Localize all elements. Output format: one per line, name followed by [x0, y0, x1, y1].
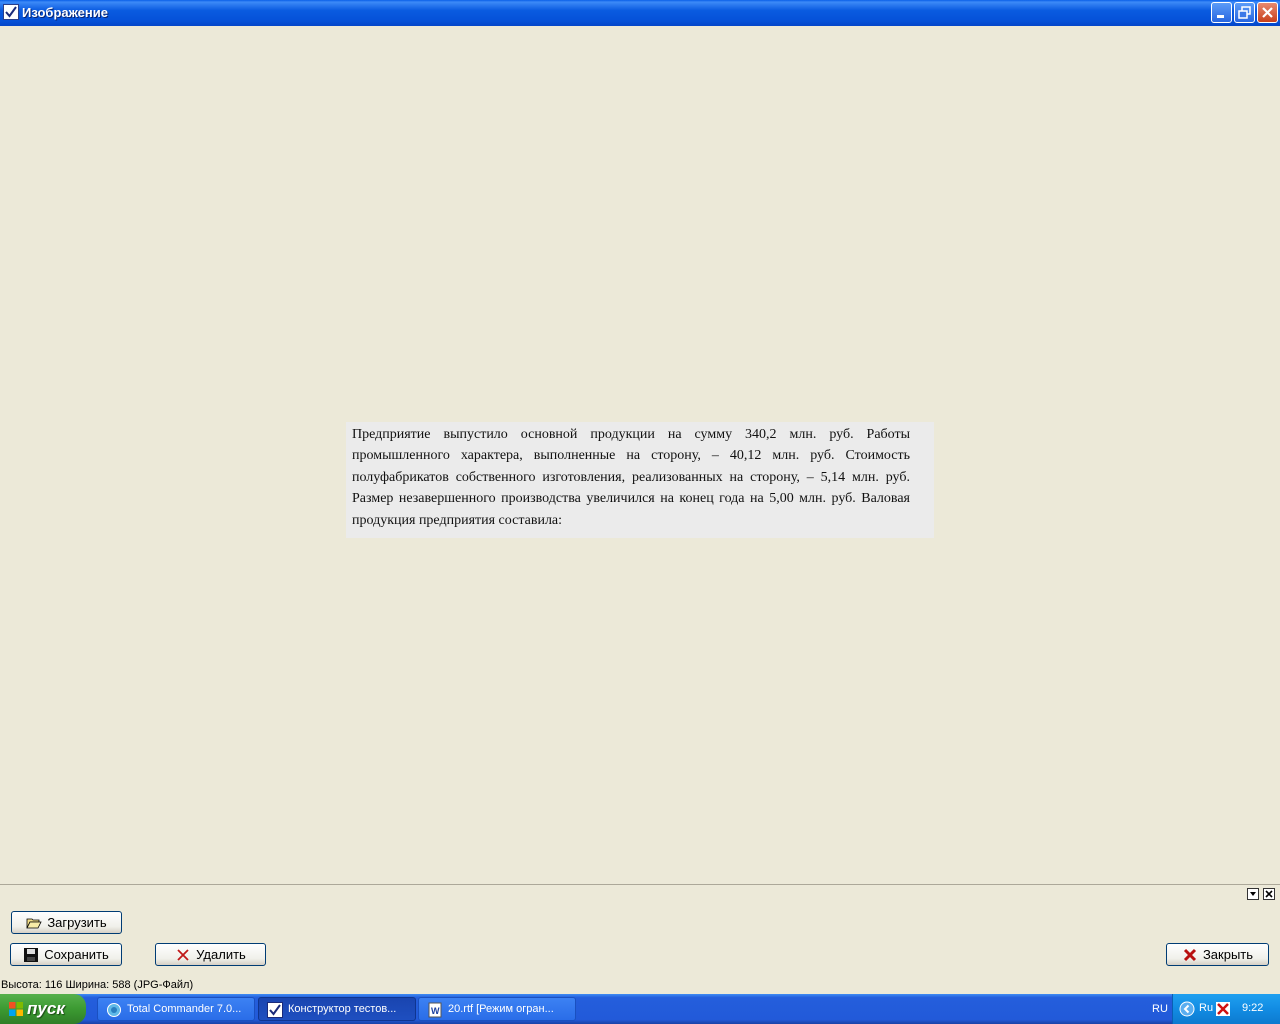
image-viewer: Предприятие выпустило основной продукции… — [0, 26, 1280, 884]
taskbar-item-total-commander[interactable]: Total Commander 7.0... — [97, 997, 255, 1021]
windows-flag-icon — [8, 1001, 24, 1017]
taskbar-item-rtf-document[interactable]: W 20.rtf [Режим огран... — [418, 997, 576, 1021]
close-x-icon — [1182, 947, 1198, 963]
restore-button[interactable] — [1234, 2, 1255, 23]
close-label: Закрыть — [1202, 947, 1254, 962]
panel-close-button[interactable] — [1263, 888, 1275, 900]
task-label: 20.rtf [Режим огран... — [448, 1003, 554, 1015]
close-button[interactable]: Закрыть — [1166, 943, 1269, 966]
folder-open-icon — [26, 915, 42, 931]
load-button[interactable]: Загрузить — [11, 911, 122, 934]
language-indicator[interactable]: RU — [1152, 1003, 1168, 1015]
word-document-icon: W — [427, 1002, 443, 1018]
load-label: Загрузить — [47, 915, 107, 930]
window-title: Изображение — [22, 5, 108, 20]
image-info: Высота: 116 Ширина: 588 (JPG-Файл) — [1, 979, 194, 991]
save-label: Сохранить — [44, 947, 109, 962]
task-label: Total Commander 7.0... — [127, 1003, 242, 1015]
clock: 9:22 — [1242, 1002, 1264, 1014]
start-button[interactable]: пуск — [0, 994, 86, 1024]
delete-label: Удалить — [196, 947, 246, 962]
svg-text:W: W — [431, 1006, 440, 1016]
close-window-button[interactable] — [1257, 2, 1278, 23]
taskbar-item-test-constructor[interactable]: Конструктор тестов... — [258, 997, 416, 1021]
tray-language[interactable]: Ru — [1199, 1002, 1213, 1014]
task-label: Конструктор тестов... — [288, 1003, 397, 1015]
total-commander-icon — [106, 1002, 122, 1018]
save-button[interactable]: Сохранить — [10, 943, 122, 966]
status-bar: Высота: 116 Ширина: 588 (JPG-Файл) — [0, 976, 1280, 994]
tray-expand-icon[interactable] — [1179, 1001, 1195, 1017]
antivirus-icon[interactable] — [1215, 1001, 1231, 1017]
delete-button[interactable]: Удалить — [155, 943, 266, 966]
app-check-icon — [267, 1002, 283, 1018]
image-text: Предприятие выпустило основной продукции… — [352, 427, 910, 528]
minimize-button[interactable] — [1211, 2, 1232, 23]
app-check-icon — [3, 4, 19, 20]
control-panel: Загрузить Сохранить Удалить Закрыть — [0, 884, 1280, 976]
start-label: пуск — [27, 999, 65, 1018]
panel-dropdown-button[interactable] — [1247, 888, 1259, 900]
taskbar: пуск Total Commander 7.0... Конструктор … — [0, 994, 1280, 1024]
floppy-disk-icon — [23, 947, 39, 963]
cross-icon — [175, 947, 191, 963]
system-tray: Ru 9:22 — [1172, 994, 1280, 1024]
title-bar[interactable]: Изображение — [0, 0, 1280, 26]
loaded-image: Предприятие выпустило основной продукции… — [346, 422, 934, 538]
